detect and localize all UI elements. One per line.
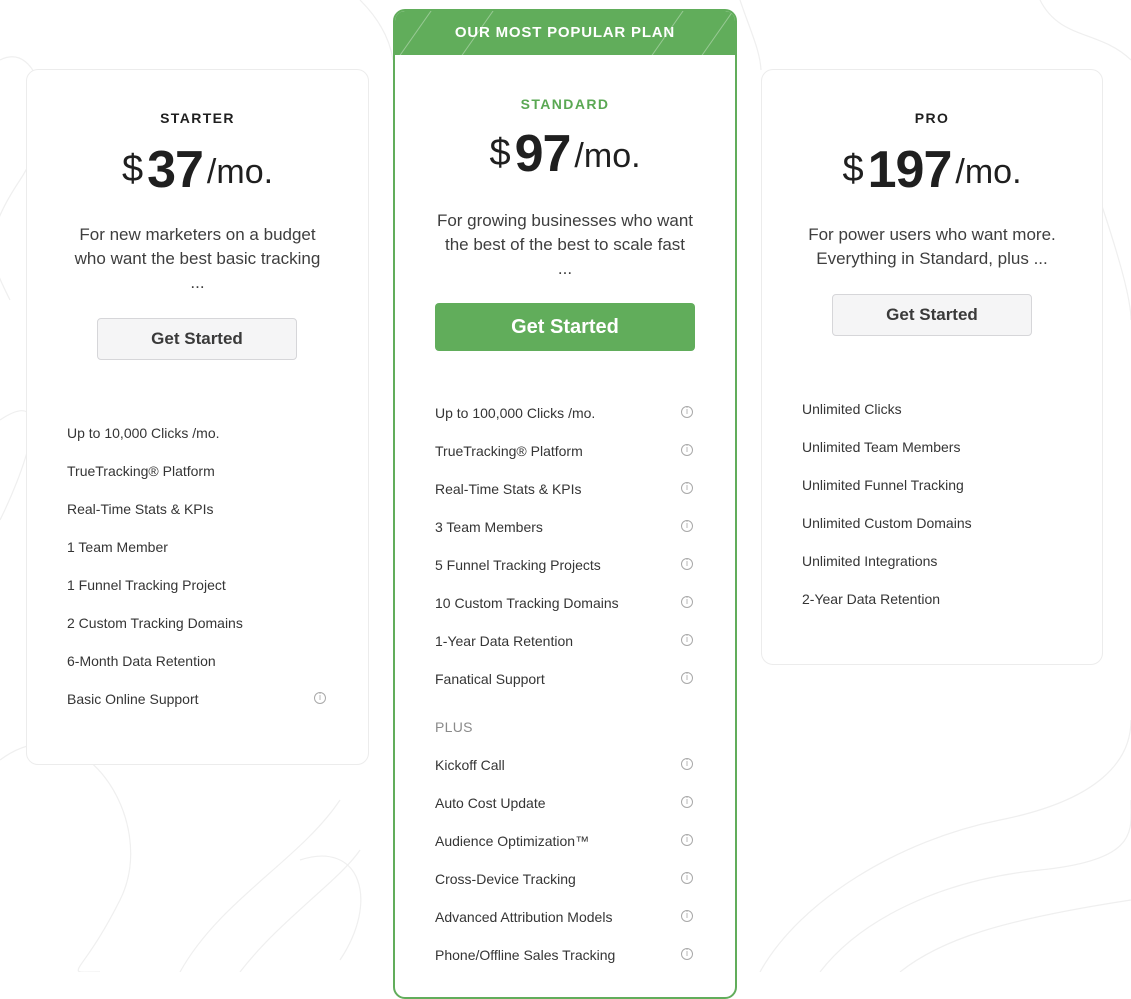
feature-item: Unlimited Team Members [802, 439, 961, 455]
plan-name: STARTER [160, 110, 235, 126]
price-period: /mo. [206, 153, 274, 191]
feature-item: 1 Funnel Tracking Project [67, 577, 226, 593]
info-icon[interactable]: i [681, 758, 693, 770]
info-icon[interactable]: i [681, 520, 693, 532]
feature-item: Fanatical Support [435, 671, 545, 687]
price-period: /mo. [955, 153, 1022, 191]
info-icon[interactable]: i [681, 558, 693, 570]
description-line: ... [557, 259, 573, 278]
feature-item: 3 Team Members [435, 519, 543, 535]
plan-description: For growing businesses who want the best… [395, 209, 735, 281]
feature-item: 5 Funnel Tracking Projects [435, 557, 601, 573]
banner-text: OUR MOST POPULAR PLAN [454, 24, 676, 41]
info-icon[interactable]: i [681, 634, 693, 646]
feature-item: TrueTracking® Platform [67, 463, 215, 479]
standard-plan-card: OUR MOST POPULAR PLAN STANDARD $97/mo. F… [393, 9, 737, 999]
description-line: who want the best basic tracking [74, 249, 321, 268]
feature-item: Up to 10,000 Clicks /mo. [67, 425, 220, 441]
plus-feature-item: Phone/Offline Sales Tracking [435, 947, 616, 963]
info-icon[interactable]: i [681, 796, 693, 808]
plan-price: $97/mo. [395, 124, 735, 184]
info-icon[interactable]: i [314, 692, 326, 704]
price-amount: 37 [147, 141, 204, 199]
plan-name: PRO [914, 110, 950, 126]
info-icon[interactable]: i [681, 910, 693, 922]
get-started-button[interactable]: Get Started [832, 294, 1032, 336]
info-icon[interactable]: i [681, 948, 693, 960]
feature-item: 1 Team Member [67, 539, 168, 555]
info-icon[interactable]: i [681, 406, 693, 418]
plus-feature-item: Audience Optimization™ [435, 833, 590, 849]
feature-item: Unlimited Funnel Tracking [802, 477, 964, 493]
feature-item: Real-Time Stats & KPIs [67, 501, 214, 517]
feature-item: 2 Custom Tracking Domains [67, 615, 243, 631]
get-started-button[interactable]: Get Started [435, 303, 695, 351]
description-line: Everything in Standard, plus ... [816, 249, 1048, 268]
info-icon[interactable]: i [681, 596, 693, 608]
feature-item: Up to 100,000 Clicks /mo. [435, 405, 596, 421]
description-line: For new marketers on a budget [79, 225, 316, 244]
info-icon[interactable]: i [681, 834, 693, 846]
feature-item: Unlimited Custom Domains [802, 515, 972, 531]
price-currency: $ [842, 148, 864, 190]
feature-item: TrueTracking® Platform [435, 443, 583, 459]
price-currency: $ [121, 148, 144, 190]
plus-feature-item: Cross-Device Tracking [435, 871, 576, 887]
feature-item: Real-Time Stats & KPIs [435, 481, 582, 497]
description-line: For growing businesses who want [436, 211, 694, 230]
price-period: /mo. [574, 137, 641, 175]
plus-label: PLUS [435, 719, 473, 735]
get-started-button[interactable]: Get Started [97, 318, 297, 360]
info-icon[interactable]: i [681, 482, 693, 494]
feature-item: 1-Year Data Retention [435, 633, 574, 649]
plan-price: $197/mo. [762, 140, 1102, 200]
description-line: ... [190, 273, 205, 292]
feature-item: 10 Custom Tracking Domains [435, 595, 619, 611]
pro-plan-card: PRO $197/mo. For power users who want mo… [761, 69, 1103, 665]
feature-item: 2-Year Data Retention [802, 591, 941, 607]
info-icon[interactable]: i [681, 444, 693, 456]
starter-plan-card: STARTER $37/mo. For new marketers on a b… [26, 69, 369, 765]
price-amount: 97 [514, 125, 572, 183]
feature-item: Basic Online Support [67, 691, 199, 707]
plan-description: For new marketers on a budget who want t… [27, 223, 368, 295]
info-icon[interactable]: i [681, 672, 693, 684]
popular-plan-banner: OUR MOST POPULAR PLAN [395, 11, 735, 55]
description-line: the best of the best to scale fast [444, 235, 686, 254]
plan-description: For power users who want more. Everythin… [762, 223, 1102, 271]
feature-item: 6-Month Data Retention [67, 653, 216, 669]
plus-feature-item: Advanced Attribution Models [435, 909, 613, 925]
plan-price: $37/mo. [27, 140, 368, 200]
description-line: For power users who want more. [808, 225, 1056, 244]
feature-item: Unlimited Clicks [802, 401, 902, 417]
feature-item: Unlimited Integrations [802, 553, 938, 569]
plan-name: STANDARD [520, 96, 610, 112]
info-icon[interactable]: i [681, 872, 693, 884]
price-currency: $ [489, 132, 511, 174]
price-amount: 197 [867, 141, 953, 199]
plus-feature-item: Auto Cost Update [435, 795, 546, 811]
plus-feature-item: Kickoff Call [435, 757, 505, 773]
